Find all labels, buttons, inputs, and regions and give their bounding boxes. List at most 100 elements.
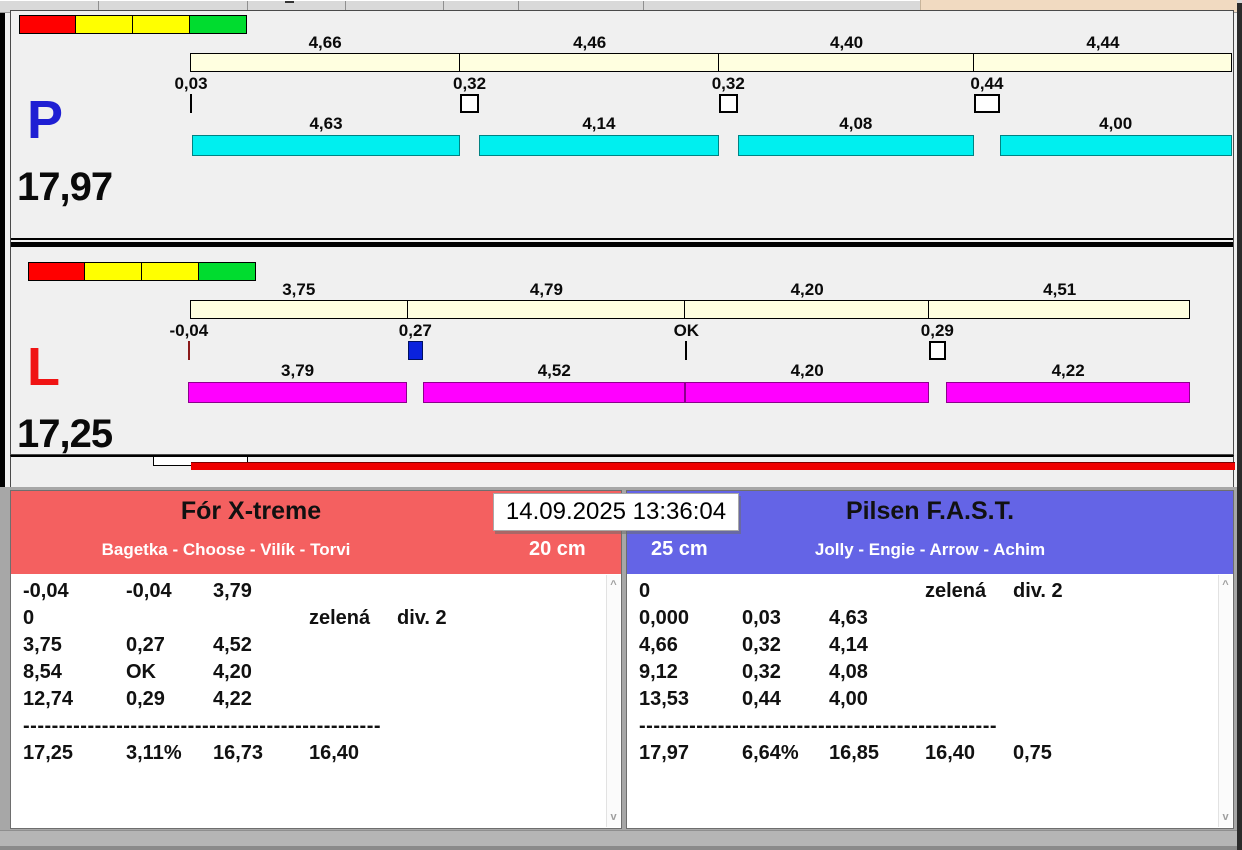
start-light-0 <box>28 262 85 281</box>
run-value-label: 4,08 <box>839 114 872 134</box>
table-cell: 4,00 <box>829 688 925 711</box>
gap-value-label: 0,32 <box>712 74 745 94</box>
team-lineup: Jolly - Engie - Arrow - Achim <box>627 540 1233 560</box>
split-bar-segment <box>973 53 1232 72</box>
run-value-label: 4,52 <box>538 361 571 381</box>
table-cell: 8,54 <box>23 661 126 684</box>
exchange-marker-tick-black <box>685 341 687 360</box>
table-cell: 4,63 <box>829 607 925 630</box>
scroll-down-icon[interactable]: v <box>1219 809 1232 825</box>
start-light-3 <box>199 262 256 281</box>
track-red-bar <box>191 462 1235 470</box>
lane-letter: L <box>27 340 60 394</box>
table-cell: zelená <box>925 580 1013 603</box>
table-row: 4,660,324,14 <box>639 634 1123 661</box>
scroll-up-icon[interactable]: ^ <box>607 577 620 593</box>
run-value-label: 4,22 <box>1052 361 1085 381</box>
start-light-2 <box>133 15 190 34</box>
table-totals-row: 17,253,11%16,7316,40 <box>23 742 507 769</box>
split-value-label: 4,79 <box>530 280 563 300</box>
split-bar-segment <box>928 300 1191 319</box>
run-bar <box>738 135 975 156</box>
scroll-up-icon[interactable]: ^ <box>1219 577 1232 593</box>
table-row: 3,750,274,52 <box>23 634 507 661</box>
table-row: 13,530,444,00 <box>639 688 1123 715</box>
table-cell: 0 <box>23 607 126 630</box>
exchange-marker-box-blue <box>408 341 424 360</box>
split-value-label: 3,75 <box>282 280 315 300</box>
table-cell: 0,000 <box>639 607 742 630</box>
run-bar <box>479 135 719 156</box>
table-cell: 0,27 <box>126 634 213 657</box>
exchange-marker-tick-black <box>190 94 192 113</box>
table-cell: 6,64% <box>742 742 829 765</box>
table-scrollbar[interactable]: ^ v <box>606 575 620 827</box>
run-value-label: 4,00 <box>1099 114 1132 134</box>
lane-P: P17,974,660,034,634,460,324,144,400,324,… <box>11 11 1233 240</box>
table-cell: 13,53 <box>639 688 742 711</box>
split-bar-segment <box>718 53 974 72</box>
team-lineup: Bagetka - Choose - Vilík - Torvi <box>11 540 441 560</box>
table-cell: 0,32 <box>742 634 829 657</box>
table-cell: 4,22 <box>213 688 309 711</box>
split-value-label: 4,66 <box>309 33 342 53</box>
table-cell: 17,25 <box>23 742 126 765</box>
table-cell: div. 2 <box>397 607 507 630</box>
exchange-marker-box-white <box>460 94 479 113</box>
table-scrollbar[interactable]: ^ v <box>1218 575 1232 827</box>
start-light-2 <box>142 262 199 281</box>
timing-app-window: { "timestamp": "14.09.2025 13:36:04", "s… <box>0 0 1242 850</box>
split-value-label: 4,51 <box>1043 280 1076 300</box>
exchange-marker-box-white <box>929 341 946 360</box>
lane-total-time: 17,25 <box>17 412 112 457</box>
table-cell: 0,44 <box>742 688 829 711</box>
table-cell: 9,12 <box>639 661 742 684</box>
table-cell: 16,73 <box>213 742 309 765</box>
table-row: 0 zelenádiv. 2 <box>23 607 507 634</box>
table-cell: 16,40 <box>925 742 1013 765</box>
table-cell: zelená <box>309 607 397 630</box>
table-cell: 0,32 <box>742 661 829 684</box>
exchange-marker-tick-darkred <box>188 341 190 360</box>
toolbar-glyph-fragment <box>285 1 294 3</box>
split-value-label: 4,20 <box>791 280 824 300</box>
gap-value-label: -0,04 <box>169 321 208 341</box>
split-bar-segment <box>190 300 408 319</box>
team-results-table: 0zelenádiv. 20,0000,034,634,660,324,149,… <box>627 574 1233 829</box>
run-value-label: 3,79 <box>281 361 314 381</box>
run-bar <box>423 382 685 403</box>
lane-divider <box>11 242 1233 247</box>
run-value-label: 4,14 <box>582 114 615 134</box>
table-row: -0,04-0,043,79 <box>23 580 507 607</box>
table-cell: 12,74 <box>23 688 126 711</box>
gap-value-label: 0,32 <box>453 74 486 94</box>
table-cell: -0,04 <box>126 580 213 603</box>
table-cell: 16,40 <box>309 742 397 765</box>
results-section: Fór X-treme Bagetka - Choose - Vilík - T… <box>0 487 1242 830</box>
table-cell: OK <box>126 661 213 684</box>
team-results-table: -0,04-0,043,790 zelenádiv. 2 3,750,274,528… <box>11 574 621 829</box>
run-bar <box>188 382 408 403</box>
start-light-1 <box>76 15 133 34</box>
table-row: 0,0000,034,63 <box>639 607 1123 634</box>
table-row: 8,54OK4,20 <box>23 661 507 688</box>
split-value-label: 4,44 <box>1086 33 1119 53</box>
start-light-3 <box>190 15 247 34</box>
table-cell: div. 2 <box>1013 580 1123 603</box>
toolbar-highlight <box>0 0 920 1</box>
table-cell: 4,20 <box>213 661 309 684</box>
table-cell: 0,29 <box>126 688 213 711</box>
split-value-label: 4,46 <box>573 33 606 53</box>
table-cell: 4,66 <box>639 634 742 657</box>
split-value-label: 4,40 <box>830 33 863 53</box>
table-separator: ----------------------------------------… <box>639 715 1109 742</box>
datetime-display: 14.09.2025 13:36:04 <box>493 493 739 531</box>
run-bar <box>1000 135 1232 156</box>
exchange-marker-box-white <box>719 94 738 113</box>
table-row: 9,120,324,08 <box>639 661 1123 688</box>
distance-label: 20 cm <box>529 538 586 561</box>
table-cell: 4,08 <box>829 661 925 684</box>
table-totals-row: 17,976,64%16,8516,400,75 <box>639 742 1123 769</box>
gap-value-label: OK <box>674 321 700 341</box>
scroll-down-icon[interactable]: v <box>607 809 620 825</box>
